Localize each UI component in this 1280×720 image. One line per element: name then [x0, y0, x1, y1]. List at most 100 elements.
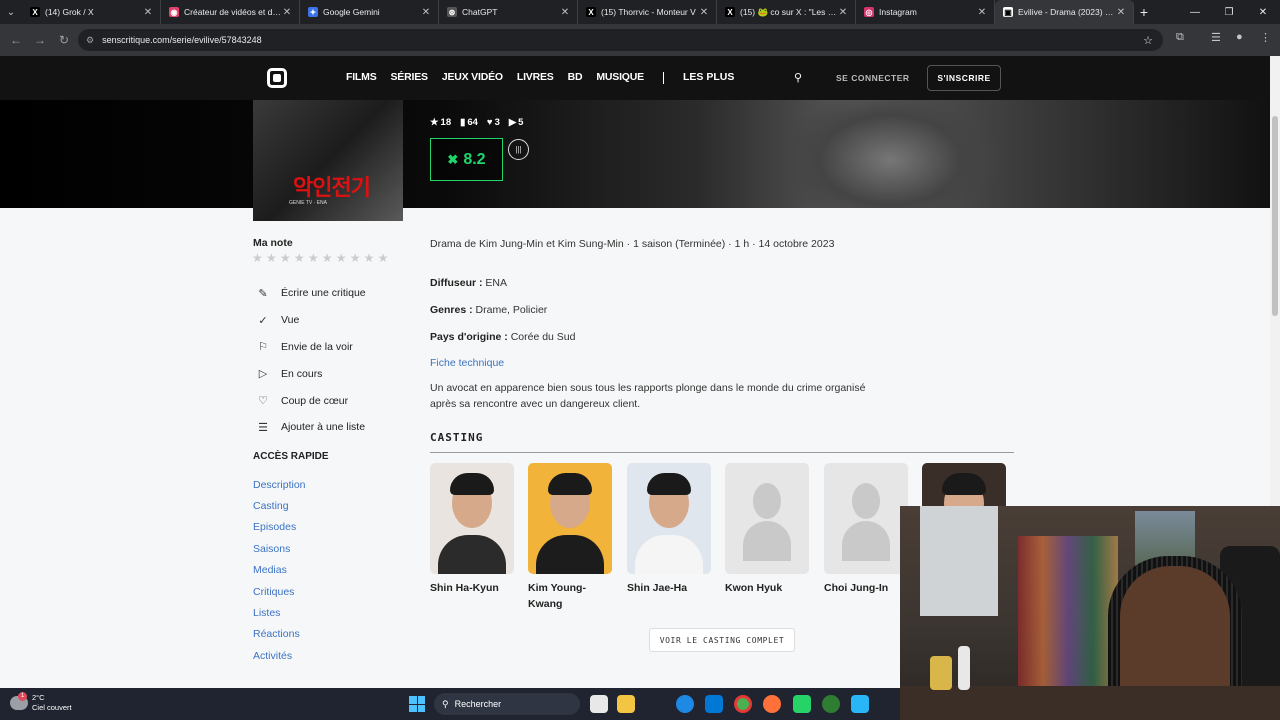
- cast-card[interactable]: Kim Young-Kwang: [528, 463, 612, 612]
- browser-tab[interactable]: ⊛ ChatGPT ✕: [439, 0, 578, 24]
- close-tab-icon[interactable]: ✕: [281, 7, 293, 18]
- x-icon: X: [725, 7, 735, 17]
- nav-link[interactable]: BD: [568, 71, 583, 83]
- search-icon[interactable]: ⚲: [794, 71, 802, 84]
- pencil-icon: ✎: [258, 287, 268, 300]
- signup-button[interactable]: S'INSCRIRE: [927, 65, 1001, 91]
- quick-link[interactable]: Description: [253, 474, 306, 495]
- close-tab-icon[interactable]: ✕: [837, 7, 849, 18]
- weather-widget[interactable]: 1 2°C Ciel couvert: [10, 692, 72, 713]
- browser-tab[interactable]: X (14) Grok / X ✕: [22, 0, 161, 24]
- taskbar-search[interactable]: ⚲ Rechercher: [434, 693, 580, 715]
- url-bar[interactable]: ⚙ senscritique.com/serie/evilive/5784324…: [78, 29, 1163, 51]
- close-tab-icon[interactable]: ✕: [1115, 7, 1127, 18]
- app-icon[interactable]: [822, 695, 840, 713]
- bookmark-star-icon[interactable]: ☆: [1143, 34, 1153, 47]
- close-tab-icon[interactable]: ✕: [420, 7, 432, 18]
- browser-tab[interactable]: X (15) Thorrvic - Monteur V ✕: [578, 0, 717, 24]
- nav-link[interactable]: FILMS: [346, 71, 377, 83]
- nav-link[interactable]: MUSIQUE: [596, 71, 644, 83]
- hero-backdrop-image: [780, 100, 1000, 208]
- webcam-window: [920, 506, 998, 616]
- action-item[interactable]: ☰ Ajouter à une liste: [253, 414, 366, 441]
- rating-stars[interactable]: ★★★★★★★★★★: [252, 251, 392, 265]
- close-tab-icon[interactable]: ✕: [559, 7, 571, 18]
- store-icon[interactable]: [705, 695, 723, 713]
- quick-link[interactable]: Medias: [253, 560, 306, 581]
- quick-link[interactable]: Listes: [253, 602, 306, 623]
- maximize-icon[interactable]: ❐: [1212, 0, 1246, 24]
- new-tab-button[interactable]: +: [1134, 4, 1154, 20]
- country-row: Pays d'origine : Corée du Sud: [430, 331, 575, 343]
- forward-icon[interactable]: →: [28, 28, 52, 52]
- quick-link[interactable]: Activités: [253, 645, 306, 666]
- nav-link[interactable]: JEUX VIDÉO: [442, 71, 503, 83]
- stat-item: ♥ 3: [487, 117, 500, 128]
- site-info-icon[interactable]: ⚙: [86, 35, 94, 46]
- cast-card[interactable]: Choi Jung-In: [824, 463, 908, 596]
- tab-title: Google Gemini: [323, 7, 380, 17]
- bookmark-icon: ⚐: [258, 341, 268, 354]
- close-window-icon[interactable]: ✕: [1246, 0, 1280, 24]
- close-tab-icon[interactable]: ✕: [698, 7, 710, 18]
- back-icon[interactable]: ←: [4, 28, 28, 52]
- extensions-icon[interactable]: ⧉: [1176, 31, 1184, 44]
- action-item[interactable]: ✎ Écrire une critique: [253, 280, 365, 307]
- close-tab-icon[interactable]: ✕: [142, 7, 154, 18]
- cast-name: Shin Ha-Kyun: [430, 582, 499, 594]
- browser-tab[interactable]: ◎ Instagram ✕: [856, 0, 995, 24]
- x-icon: X: [30, 7, 40, 17]
- action-label: Vue: [281, 314, 300, 327]
- stat-value: 18: [440, 117, 452, 128]
- quick-link[interactable]: Casting: [253, 495, 306, 516]
- quick-link[interactable]: Réactions: [253, 624, 306, 645]
- action-item[interactable]: ✓ Vue: [253, 307, 366, 334]
- quick-link[interactable]: Saisons: [253, 538, 306, 559]
- cast-card[interactable]: Kwon Hyuk: [725, 463, 809, 596]
- cast-card[interactable]: Shin Ha-Kyun: [430, 463, 514, 596]
- browser-tab[interactable]: X (15) 🐸 co sur X : "Les tra ✕: [717, 0, 856, 24]
- nav-link[interactable]: LIVRES: [517, 71, 554, 83]
- rating-distribution-icon[interactable]: |||: [508, 139, 529, 160]
- tab-title: (15) Thorrvic - Monteur V: [601, 7, 696, 17]
- start-icon[interactable]: [409, 696, 425, 712]
- file-explorer-icon[interactable]: [617, 695, 635, 713]
- casting-title: CASTING: [430, 431, 484, 444]
- edge-icon[interactable]: [676, 695, 694, 713]
- cast-card[interactable]: Shin Jae-Ha: [627, 463, 711, 596]
- menu-icon[interactable]: ⋮: [1260, 31, 1271, 44]
- reading-list-icon[interactable]: ☰: [1211, 31, 1221, 44]
- tab-search-icon[interactable]: ⌄: [0, 0, 22, 24]
- close-tab-icon[interactable]: ✕: [976, 7, 988, 18]
- action-item[interactable]: ♡ Coup de cœur: [253, 387, 366, 414]
- url-text: senscritique.com/serie/evilive/57843248: [102, 35, 262, 45]
- browser-tab[interactable]: ✦ Google Gemini ✕: [300, 0, 439, 24]
- login-link[interactable]: SE CONNECTER: [836, 73, 910, 83]
- address-toolbar: ← → ↻ ⚙ senscritique.com/serie/evilive/5…: [0, 24, 1280, 56]
- scrollbar-thumb[interactable]: [1272, 116, 1278, 316]
- nav-link[interactable]: SÉRIES: [391, 71, 429, 83]
- action-item[interactable]: ⚐ Envie de la voir: [253, 334, 366, 361]
- heart-icon: ♥: [486, 117, 493, 128]
- hero-banner: [0, 100, 1270, 208]
- full-cast-button[interactable]: VOIR LE CASTING COMPLET: [649, 628, 795, 652]
- senscritique-logo[interactable]: [267, 68, 287, 88]
- firefox-icon[interactable]: [763, 695, 781, 713]
- quick-link[interactable]: Critiques: [253, 581, 306, 602]
- app-icon[interactable]: [851, 695, 869, 713]
- star-icon: ★: [430, 117, 439, 128]
- chrome-icon[interactable]: [734, 695, 752, 713]
- quick-link[interactable]: Episodes: [253, 517, 306, 538]
- action-item[interactable]: ▷ En cours: [253, 360, 366, 387]
- whatsapp-icon[interactable]: [793, 695, 811, 713]
- series-poster[interactable]: 악인전기 GENIE TV · ENA: [253, 100, 403, 221]
- nav-les-plus[interactable]: LES PLUS: [683, 71, 734, 83]
- browser-tab[interactable]: ◉ Créateur de vidéos et d'ima ✕: [161, 0, 300, 24]
- minimize-icon[interactable]: —: [1178, 0, 1212, 24]
- browser-tab[interactable]: ▣ Evilive - Drama (2023) - S ✕: [995, 0, 1134, 24]
- reload-icon[interactable]: ↻: [52, 28, 76, 52]
- fiche-technique-link[interactable]: Fiche technique: [430, 357, 504, 369]
- task-view-icon[interactable]: [590, 695, 608, 713]
- profile-icon[interactable]: ●: [1236, 31, 1243, 43]
- score-badge[interactable]: ✖ 8.2: [430, 138, 503, 181]
